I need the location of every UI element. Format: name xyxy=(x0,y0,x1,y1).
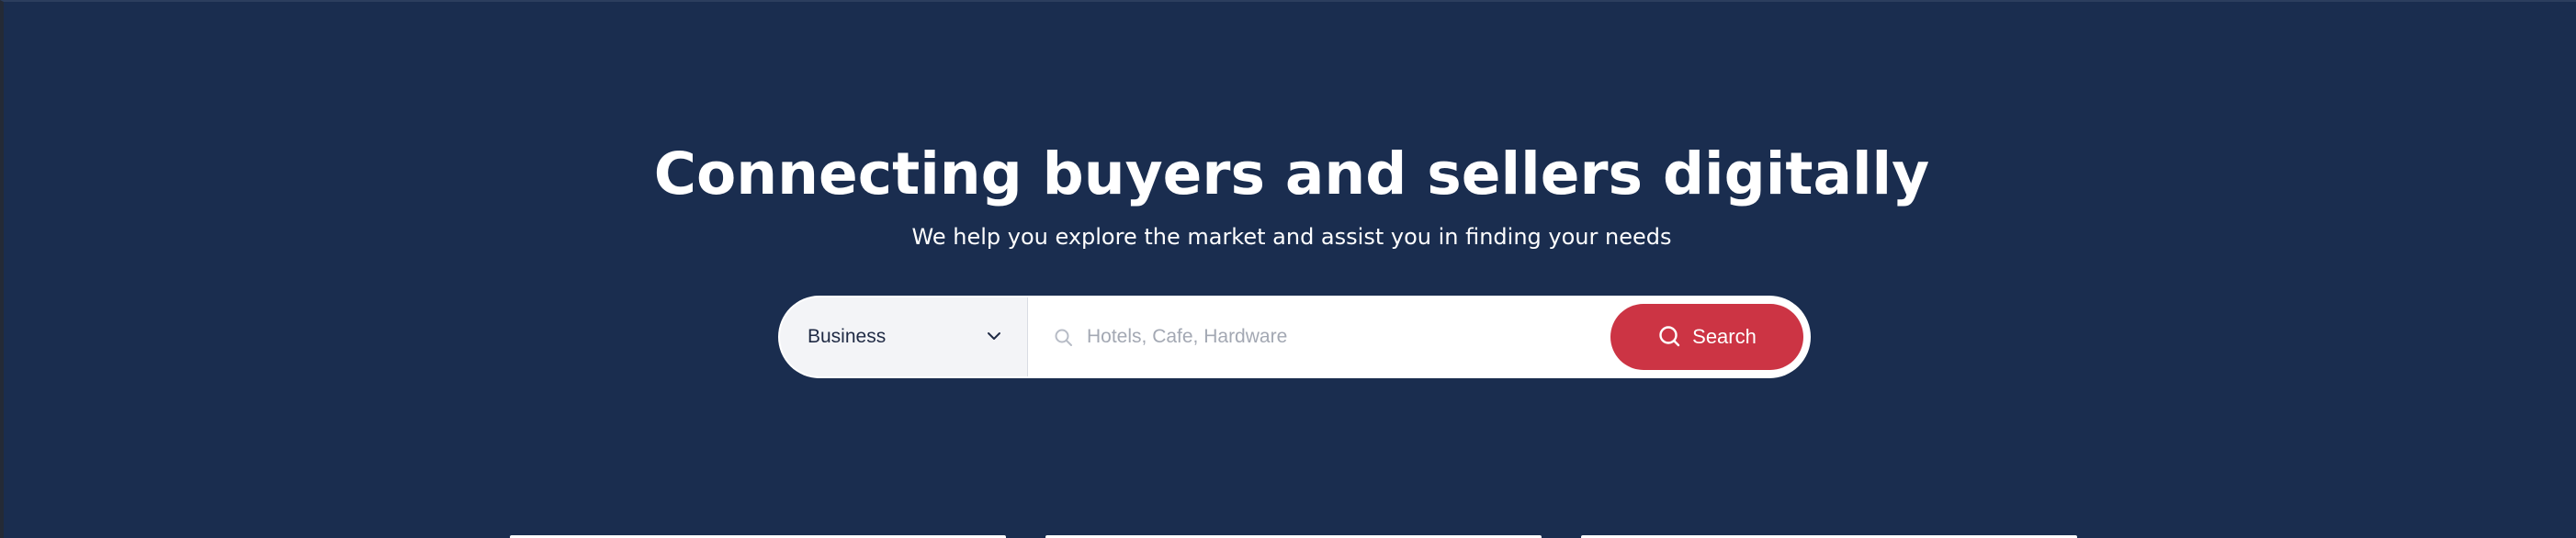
category-select-value: Business xyxy=(808,326,887,347)
category-select[interactable]: Business xyxy=(780,297,1028,376)
search-button-label: Search xyxy=(1692,325,1757,348)
search-input[interactable] xyxy=(1028,297,1610,376)
search-icon xyxy=(1659,326,1680,347)
search-bar: Business Search xyxy=(778,296,1811,378)
chevron-down-icon xyxy=(988,332,1000,340)
search-button[interactable]: Search xyxy=(1610,304,1803,370)
search-query-wrapper xyxy=(1028,297,1610,376)
search-icon xyxy=(1055,329,1072,346)
hero-title: Connecting buyers and sellers digitally xyxy=(653,140,1930,207)
hero-section: Connecting buyers and sellers digitally … xyxy=(0,0,2576,538)
hero-subtitle: We help you explore the market and assis… xyxy=(911,224,1672,250)
